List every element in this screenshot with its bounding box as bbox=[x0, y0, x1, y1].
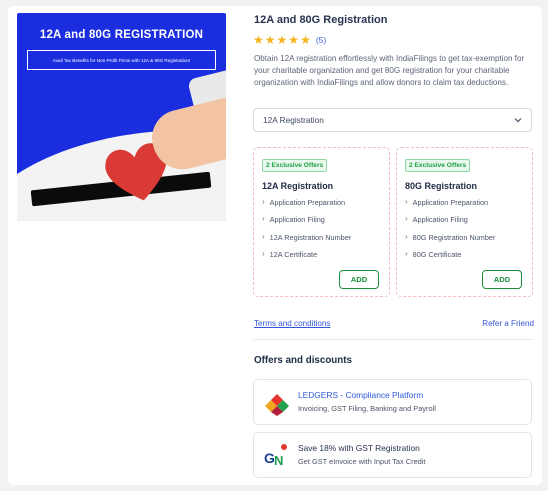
select-value: 12A Registration bbox=[263, 115, 324, 125]
offer-title: LEDGERS - Compliance Platform bbox=[298, 390, 424, 400]
chevron-down-icon bbox=[514, 118, 522, 123]
feature-label: Application Filing bbox=[412, 215, 468, 225]
star-icon: ★ bbox=[288, 33, 300, 47]
offer-subtitle: Get GST eInvoice with Input Tax Credit bbox=[298, 457, 426, 466]
feature-item: › 12A Certificate bbox=[262, 248, 351, 267]
feature-item: › 80G Certificate bbox=[405, 248, 495, 267]
offers-title: Offers and discounts bbox=[254, 355, 352, 366]
offer-gst[interactable]: G N Save 18% with GST Registration Get G… bbox=[253, 432, 532, 478]
chevron-right-icon: › bbox=[262, 214, 265, 224]
feature-item: › Application Filing bbox=[262, 215, 351, 232]
feature-label: 80G Certificate bbox=[412, 249, 462, 259]
plan-card-80g[interactable]: 2 Exclusive Offers 80G Registration › App… bbox=[396, 147, 533, 297]
add-12a-button[interactable]: ADD bbox=[339, 270, 379, 289]
star-icon: ★ bbox=[300, 33, 311, 47]
chevron-right-icon: › bbox=[262, 231, 265, 241]
offers-badge: 2 Exclusive Offers bbox=[262, 159, 328, 172]
ledgers-logo-icon bbox=[265, 394, 289, 416]
product-title: 12A and 80G Registration bbox=[254, 14, 388, 26]
offer-title: Save 18% with GST Registration bbox=[298, 443, 420, 453]
rating-count[interactable]: (5) bbox=[316, 35, 326, 45]
offers-badge: 2 Exclusive Offers bbox=[405, 159, 471, 172]
add-80g-button[interactable]: ADD bbox=[482, 270, 522, 289]
hero-subtitle: Avail Tax Benefits for Non-Profit Firms … bbox=[27, 50, 216, 70]
svg-text:N: N bbox=[274, 453, 283, 468]
plan-card-12a[interactable]: 2 Exclusive Offers 12A Registration › App… bbox=[253, 147, 390, 297]
feature-item: › Application Preparation bbox=[262, 198, 351, 215]
chevron-right-icon: › bbox=[262, 248, 265, 258]
product-description: Obtain 12A registration effortlessly wit… bbox=[254, 54, 525, 87]
feature-item: › Application Preparation bbox=[405, 198, 495, 215]
feature-label: Application Preparation bbox=[269, 198, 346, 207]
star-icon: ★ bbox=[276, 33, 288, 47]
product-rating: ★ ★ ★ ★ ★ (5) bbox=[253, 34, 326, 46]
plan-title: 80G Registration bbox=[405, 181, 478, 191]
plan-features: › Application Preparation › Application Fi… bbox=[262, 198, 351, 267]
feature-item: › 80G Registration Number bbox=[405, 231, 496, 250]
feature-item: › Application Filing bbox=[405, 215, 495, 232]
chevron-right-icon: › bbox=[405, 248, 408, 258]
gst-logo-icon: G N bbox=[264, 444, 287, 468]
plan-features: › Application Preparation › Application Fi… bbox=[405, 198, 495, 267]
hero-title: 12A and 80G REGISTRATION bbox=[39, 29, 204, 41]
terms-link[interactable]: Terms and conditions bbox=[254, 319, 330, 328]
chevron-right-icon: › bbox=[405, 231, 408, 241]
offer-ledgers[interactable]: LEDGERS - Compliance Platform Invoicing,… bbox=[253, 379, 532, 425]
feature-label: Application Preparation bbox=[412, 198, 489, 207]
registration-type-select[interactable]: 12A Registration bbox=[253, 108, 532, 132]
offer-subtitle: Invoicing, GST Filing, Banking and Payro… bbox=[298, 404, 436, 413]
product-hero-image: 12A and 80G REGISTRATION Avail Tax Benef… bbox=[17, 13, 226, 221]
feature-label: Application Filing bbox=[269, 215, 325, 225]
feature-label: 12A Registration Number bbox=[269, 232, 352, 242]
star-icon: ★ bbox=[253, 33, 264, 47]
chevron-right-icon: › bbox=[262, 197, 265, 206]
divider bbox=[253, 339, 532, 340]
chevron-right-icon: › bbox=[405, 214, 408, 224]
chevron-right-icon: › bbox=[405, 197, 408, 206]
feature-label: 80G Registration Number bbox=[412, 232, 496, 242]
feature-item: › 12A Registration Number bbox=[262, 231, 352, 250]
feature-label: 12A Certificate bbox=[269, 249, 318, 259]
plan-title: 12A Registration bbox=[262, 181, 334, 191]
star-icon: ★ bbox=[264, 33, 276, 47]
refer-friend-link[interactable]: Refer a Friend bbox=[482, 319, 534, 328]
